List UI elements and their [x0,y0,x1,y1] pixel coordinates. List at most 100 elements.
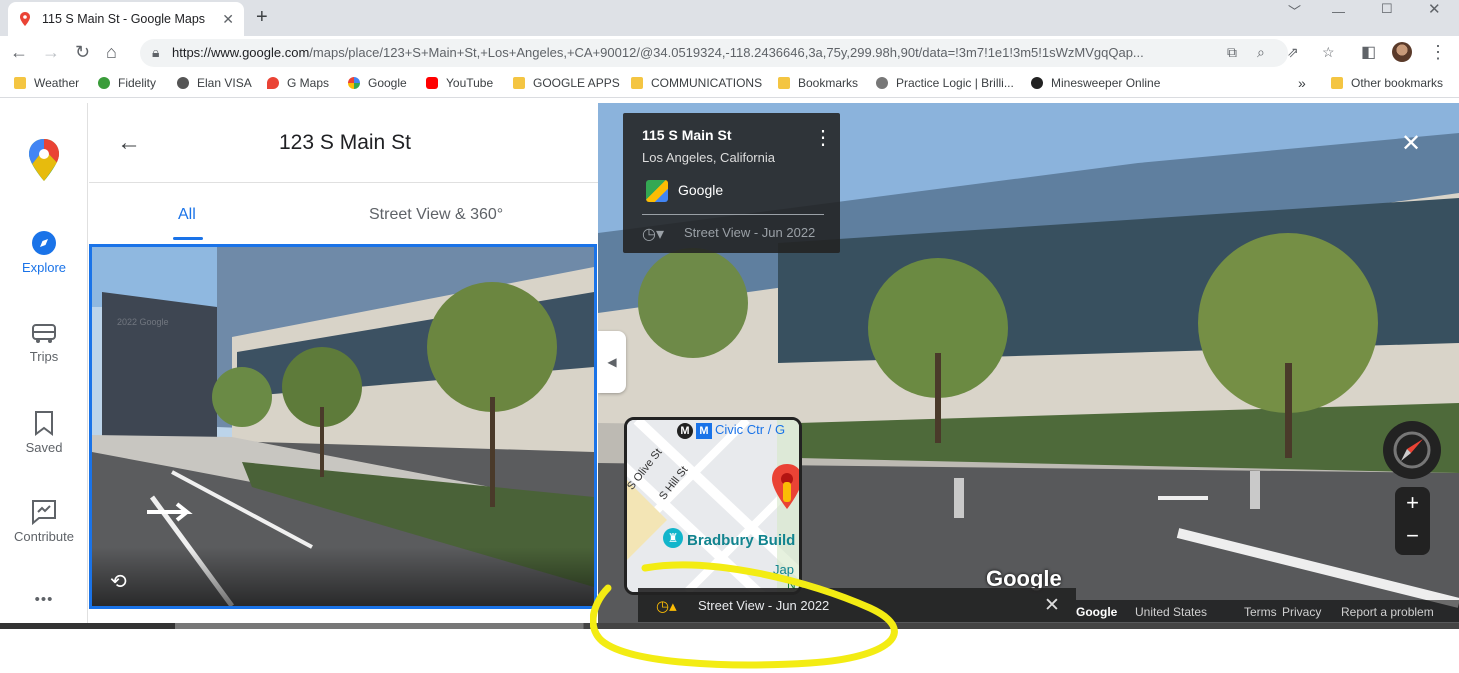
google-photos-icon [646,180,668,202]
landmark-icon: ♜ [663,528,683,548]
360-rotate-icon[interactable]: ⟲ [110,569,127,594]
back-arrow-icon[interactable]: ← [117,129,141,157]
reload-icon[interactable]: ↻ [75,42,90,62]
new-tab-icon[interactable]: + [256,6,268,29]
zoom-out-button[interactable]: − [1395,521,1430,555]
google-maps-logo-icon[interactable] [28,139,60,181]
street-view-info-card: 115 S Main St Los Angeles, California ⋮ … [623,113,840,253]
tab-close-icon[interactable]: ✕ [222,11,234,28]
globe-icon [177,77,189,89]
city-label: Los Angeles, California [642,150,775,165]
bookmark-item[interactable]: Bookmarks [778,76,858,90]
avatar[interactable] [1392,42,1412,62]
rail-saved[interactable]: Saved [0,410,88,455]
lock-icon[interactable]: 🔒︎ [152,44,159,61]
tab-strip: 115 S Main St - Google Maps ✕ + ﹀ — ☐ ✕ [0,0,1459,36]
zoom-icon[interactable]: ⌕ [1257,44,1265,61]
maps-pin-icon [20,12,30,26]
footer-terms[interactable]: Terms [1244,605,1277,619]
folder-icon [1331,77,1343,89]
browser-tab[interactable]: 115 S Main St - Google Maps ✕ [8,2,244,36]
street-view-viewer[interactable]: 115 S Main St Los Angeles, California ⋮ … [598,103,1459,623]
contribute-icon [32,500,56,525]
zoom-in-button[interactable]: + [1395,487,1430,521]
bookmark-item[interactable]: Google [348,76,407,90]
metro-icon: M [677,423,693,439]
maps-pin-icon [267,77,279,89]
compass-icon [32,231,56,255]
rail-trips[interactable]: Trips [0,321,88,364]
url-path: /maps/place/123+S+Main+St,+Los+Angeles,+… [309,45,1144,60]
photos-panel: ← 123 S Main St All Street View & 360° 2… [89,103,598,623]
gear-icon [1031,77,1043,89]
time-history-icon[interactable]: ◷▾ [642,224,664,244]
map-footer-links: Google United States Terms Privacy Repor… [1076,600,1459,622]
maximize-icon[interactable]: ☐ [1381,1,1393,17]
star-icon[interactable]: ☆ [1322,44,1335,61]
collapse-panel-handle[interactable]: ◀ [598,331,626,393]
bookmark-item[interactable]: GOOGLE APPS [513,76,620,90]
bookmark-item[interactable]: Elan VISA [177,76,252,90]
minimize-icon[interactable]: — [1332,4,1345,19]
rail-contribute[interactable]: Contribute [0,499,88,544]
bookmark-icon [35,411,53,436]
folder-icon [513,77,525,89]
folder-icon [14,77,26,89]
footer-google: Google [1076,605,1118,619]
footer-report[interactable]: Report a problem [1341,605,1434,619]
rail-explore[interactable]: Explore [0,230,88,275]
photo-watermark: 2022 Google [117,317,169,327]
other-bookmarks[interactable]: Other bookmarks [1331,76,1443,90]
page-title: 123 S Main St [279,131,411,154]
open-in-new-icon[interactable]: ⧉ [1227,44,1237,61]
forward-icon[interactable]: → [42,42,60,62]
chevron-down-icon[interactable]: ﹀ [1288,1,1301,20]
panel-header: ← 123 S Main St [89,103,598,183]
footer-country[interactable]: United States [1135,605,1207,619]
location-pin-icon [772,464,799,509]
metro-label: Civic Ctr / G [715,422,786,437]
maps-side-rail: Explore Trips Saved Contribute ••• [0,103,88,623]
footer-privacy[interactable]: Privacy [1282,605,1321,619]
folder-icon [778,77,790,89]
street-view-photo-thumbnail[interactable]: 2022 Google ⟲ [89,244,597,609]
address-title: 115 S Main St [642,127,732,143]
poi-label: Bradbury Build [687,532,796,549]
home-icon[interactable]: ⌂ [106,42,117,62]
back-icon[interactable]: ← [10,42,28,62]
url-host: https://www.google.com [172,45,310,60]
side-panel-icon[interactable]: ◧ [1361,43,1376,63]
bookmark-item[interactable]: Fidelity [98,76,156,90]
trips-icon [32,324,56,343]
close-icon[interactable]: ✕ [1401,129,1421,158]
menu-dots-icon[interactable]: ⋮ [813,125,833,150]
bookmark-item[interactable]: Weather [14,76,79,90]
bookmarks-bar: Weather Fidelity Elan VISA G Maps Google… [0,70,1459,98]
compass-needle-icon [1393,431,1431,469]
bookmark-item[interactable]: YouTube [426,76,493,90]
bookmarks-overflow-chevron[interactable]: » [1298,75,1306,91]
metro-icon: M [696,423,712,439]
compass-control[interactable] [1383,421,1441,479]
fidelity-icon [98,77,110,89]
tab-street-view-360[interactable]: Street View & 360° [369,206,503,224]
close-date-bar-icon[interactable]: ✕ [1044,594,1060,617]
source-label: Google [678,182,724,198]
google-g-icon [348,77,360,89]
tab-all[interactable]: All [178,206,196,224]
street-photo: 2022 Google [92,247,594,606]
window-close-icon[interactable]: ✕ [1428,0,1441,18]
bookmark-item[interactable]: Minesweeper Online [1031,76,1160,90]
menu-dots-icon[interactable]: ⋮ [1429,42,1447,62]
tab-title: 115 S Main St - Google Maps [42,12,206,26]
tab-active-indicator [173,237,203,240]
date-label: Street View - Jun 2022 [684,225,816,240]
yellow-highlight-annotation [590,561,898,669]
bookmark-item[interactable]: Practice Logic | Brilli... [876,76,1014,90]
divider [642,214,824,215]
address-bar[interactable]: 🔒︎ https://www.google.com/maps/place/123… [140,39,1335,67]
share-icon[interactable]: ⇗ [1287,44,1299,61]
more-icon[interactable]: ••• [0,591,88,608]
bookmark-item[interactable]: G Maps [267,76,329,90]
bookmark-item[interactable]: COMMUNICATIONS [631,76,762,90]
